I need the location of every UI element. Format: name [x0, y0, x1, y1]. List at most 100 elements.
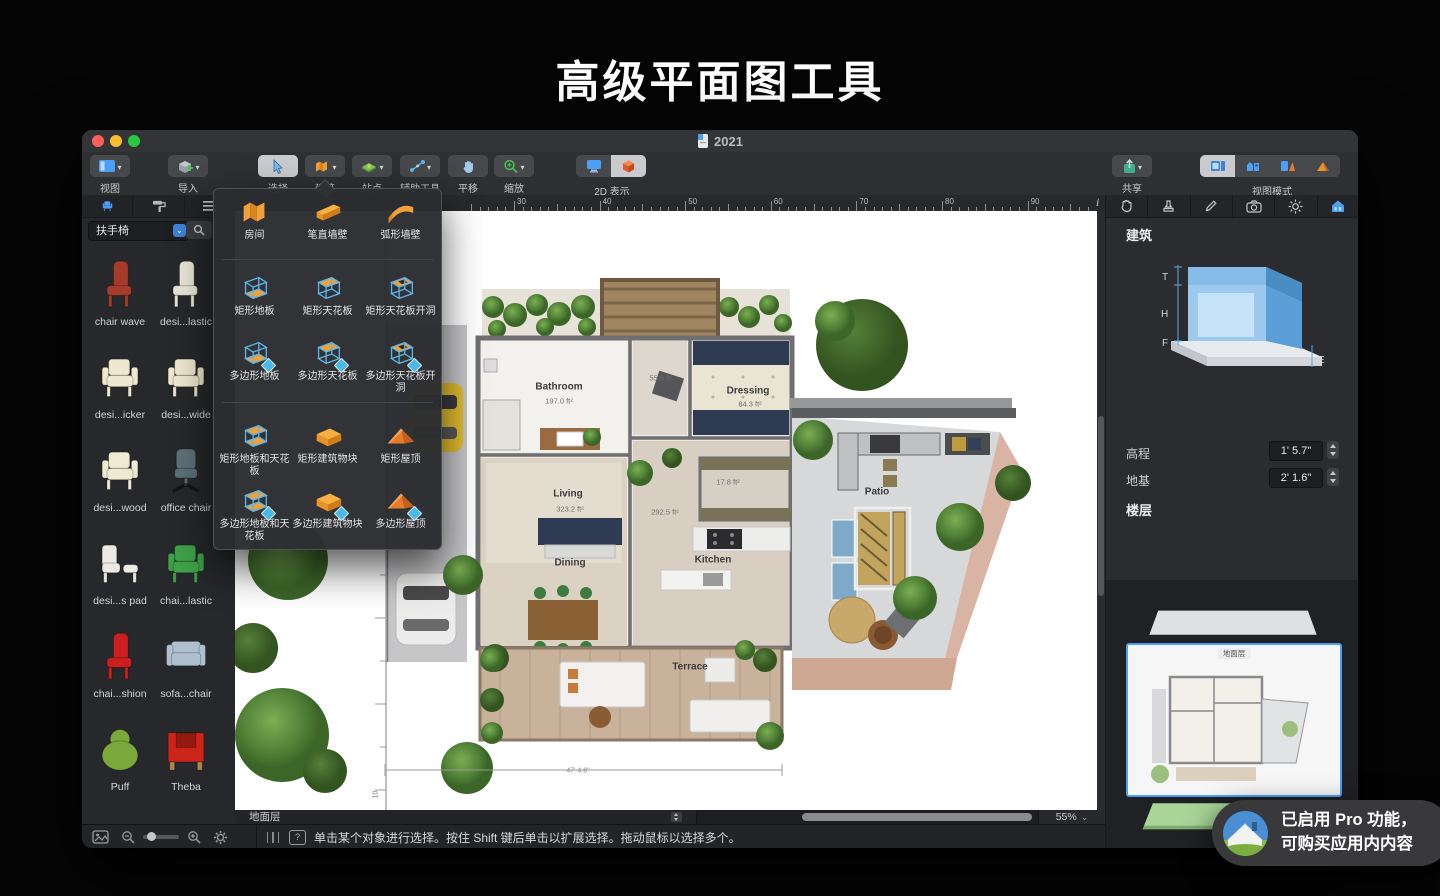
status-bar: ? 单击某个对象进行选择。按住 Shift 键后单击以扩展选择。拖动鼠标以选择多…: [82, 824, 1105, 848]
build-menu-item[interactable]: 矩形地板和天花板: [218, 421, 291, 478]
help-icon[interactable]: ?: [289, 830, 306, 845]
sidebar-tab-furniture[interactable]: [82, 195, 133, 217]
build-menu-icon: [218, 338, 291, 368]
inspector-tab-light[interactable]: [1275, 195, 1317, 217]
cube-3d-icon: [621, 159, 636, 174]
ruler-label: 70: [859, 197, 868, 206]
furniture-item[interactable]: sofa...chair: [153, 624, 219, 700]
statusbar-grip[interactable]: [267, 832, 279, 843]
furniture-item[interactable]: Puff: [87, 717, 153, 793]
furniture-item[interactable]: desi...icker: [87, 345, 153, 421]
elevation-value[interactable]: 1' 5.7": [1269, 441, 1323, 461]
building-diagram: T H F E: [1126, 245, 1339, 373]
furniture-item[interactable]: desi...wood: [87, 438, 153, 514]
window-titlebar: 2021: [82, 130, 1358, 153]
furniture-item[interactable]: desi...wide: [153, 345, 219, 421]
horizontal-scrollbar[interactable]: [697, 810, 1038, 824]
build-menu-label: 多边形地板: [218, 371, 291, 383]
inspector-tab-edit[interactable]: [1191, 195, 1233, 217]
furniture-item[interactable]: desi...lastic: [153, 252, 219, 328]
elevation-stepper[interactable]: [1327, 441, 1339, 459]
viewmode-elevation-button[interactable]: [1235, 155, 1270, 177]
category-value: 扶手椅: [96, 225, 129, 237]
build-menu-label: 矩形屋顶: [364, 454, 437, 466]
zoom-level-control[interactable]: 55%: [1038, 810, 1105, 824]
viewmode-split-button[interactable]: [1270, 155, 1305, 177]
zoom-out-icon[interactable]: [121, 830, 135, 844]
foundation-value[interactable]: 2' 1.6": [1269, 468, 1323, 488]
category-select[interactable]: 扶手椅⌄: [88, 221, 189, 241]
vertical-scrollbar[interactable]: [1097, 211, 1105, 810]
display-2d-monitor-button[interactable]: [576, 155, 611, 177]
viewmode-elevation-icon: [1245, 159, 1261, 173]
magnifier-plus-icon: [503, 159, 519, 174]
build-menu-item[interactable]: 矩形天花板: [291, 273, 364, 318]
build-menu-item[interactable]: 房间: [218, 197, 291, 242]
furniture-item[interactable]: chair wave: [87, 252, 153, 328]
build-menu-item[interactable]: 矩形天花板开洞: [364, 273, 437, 318]
floor-selector-tab[interactable]: 地面层: [235, 810, 697, 824]
build-menu-item[interactable]: 多边形屋顶: [364, 486, 437, 531]
viewmode-plan-icon: [1210, 159, 1226, 173]
build-menu-item[interactable]: 多边形建筑物块: [291, 486, 364, 531]
horizontal-scrollbar-handle[interactable]: [802, 813, 1032, 821]
build-menu-item[interactable]: 矩形屋顶: [364, 421, 437, 466]
build-menu-item[interactable]: 多边形天花板开洞: [364, 338, 437, 395]
inspector-tab-materials[interactable]: [1148, 195, 1190, 217]
build-menu-item[interactable]: 多边形天花板: [291, 338, 364, 383]
document-icon: [697, 134, 709, 148]
furniture-label: chai...lastic: [153, 595, 219, 607]
floor-stepper[interactable]: [671, 812, 682, 822]
inspector-tab-camera[interactable]: [1233, 195, 1275, 217]
zoom-tool-button[interactable]: 缩放: [492, 155, 536, 195]
pan-button[interactable]: 平移: [446, 155, 490, 195]
pergola: [602, 280, 718, 345]
build-menu-item[interactable]: 矩形地板: [218, 273, 291, 318]
info-icon[interactable]: i: [1096, 195, 1104, 210]
build-menu-label: 弧形墙壁: [364, 230, 437, 242]
build-menu-label: 笔直墙壁: [291, 230, 364, 242]
import-button[interactable]: 导入: [166, 155, 210, 195]
share-button[interactable]: 共享: [1110, 155, 1154, 195]
gear-icon[interactable]: [213, 830, 228, 845]
build-menu-item[interactable]: 多边形地板和天花板: [218, 486, 291, 543]
hand-tool-icon: [1119, 199, 1134, 213]
inspector-tab-building[interactable]: [1318, 195, 1358, 217]
foundation-stepper[interactable]: [1327, 468, 1339, 486]
viewmode-3d-button[interactable]: [1305, 155, 1340, 177]
furniture-label: Puff: [87, 781, 153, 793]
preview-image-icon[interactable]: [92, 830, 109, 844]
furniture-item[interactable]: office chair: [153, 438, 219, 514]
furniture-item[interactable]: Theba: [153, 717, 219, 793]
area-label: 323.2 ft²: [556, 505, 584, 514]
upper-floor-sheet[interactable]: [1149, 611, 1316, 635]
furniture-thumbnail: [153, 531, 219, 589]
pro-notification[interactable]: 已启用 Pro 功能， 可购买应用内内容: [1212, 800, 1440, 866]
zoom-slider-handle[interactable]: [147, 832, 156, 841]
zoom-slider[interactable]: [143, 835, 179, 839]
ruler-tick: [899, 204, 900, 211]
sidebar-tab-materials[interactable]: [133, 195, 184, 217]
build-menu-item[interactable]: 多边形地板: [218, 338, 291, 383]
build-menu-item[interactable]: 笔直墙壁: [291, 197, 364, 242]
search-button[interactable]: [186, 221, 212, 239]
vertical-scrollbar-handle[interactable]: [1098, 416, 1104, 596]
ruler-label: 50: [688, 197, 697, 206]
inspector-tab-arrange[interactable]: [1106, 195, 1148, 217]
view-button[interactable]: 视图: [88, 155, 132, 195]
floor-card-ground[interactable]: 地面层: [1126, 643, 1342, 797]
ruler-tick: [557, 204, 558, 211]
display-2d-cube-button[interactable]: [611, 155, 646, 177]
build-menu-item[interactable]: 矩形建筑物块: [291, 421, 364, 466]
furniture-thumbnail: [87, 438, 153, 496]
area-label: 84.3 ft²: [738, 400, 761, 409]
furniture-item[interactable]: desi...s pad: [87, 531, 153, 607]
area-label: 292.5 ft²: [651, 508, 679, 517]
furniture-item[interactable]: chai...shion: [87, 624, 153, 700]
ruler-label: 80: [945, 197, 954, 206]
viewmode-plan-button[interactable]: [1200, 155, 1235, 177]
furniture-item[interactable]: chai...lastic: [153, 531, 219, 607]
furniture-label: office chair: [153, 502, 219, 514]
zoom-in-icon[interactable]: [187, 830, 201, 844]
build-menu-item[interactable]: 弧形墙壁: [364, 197, 437, 242]
